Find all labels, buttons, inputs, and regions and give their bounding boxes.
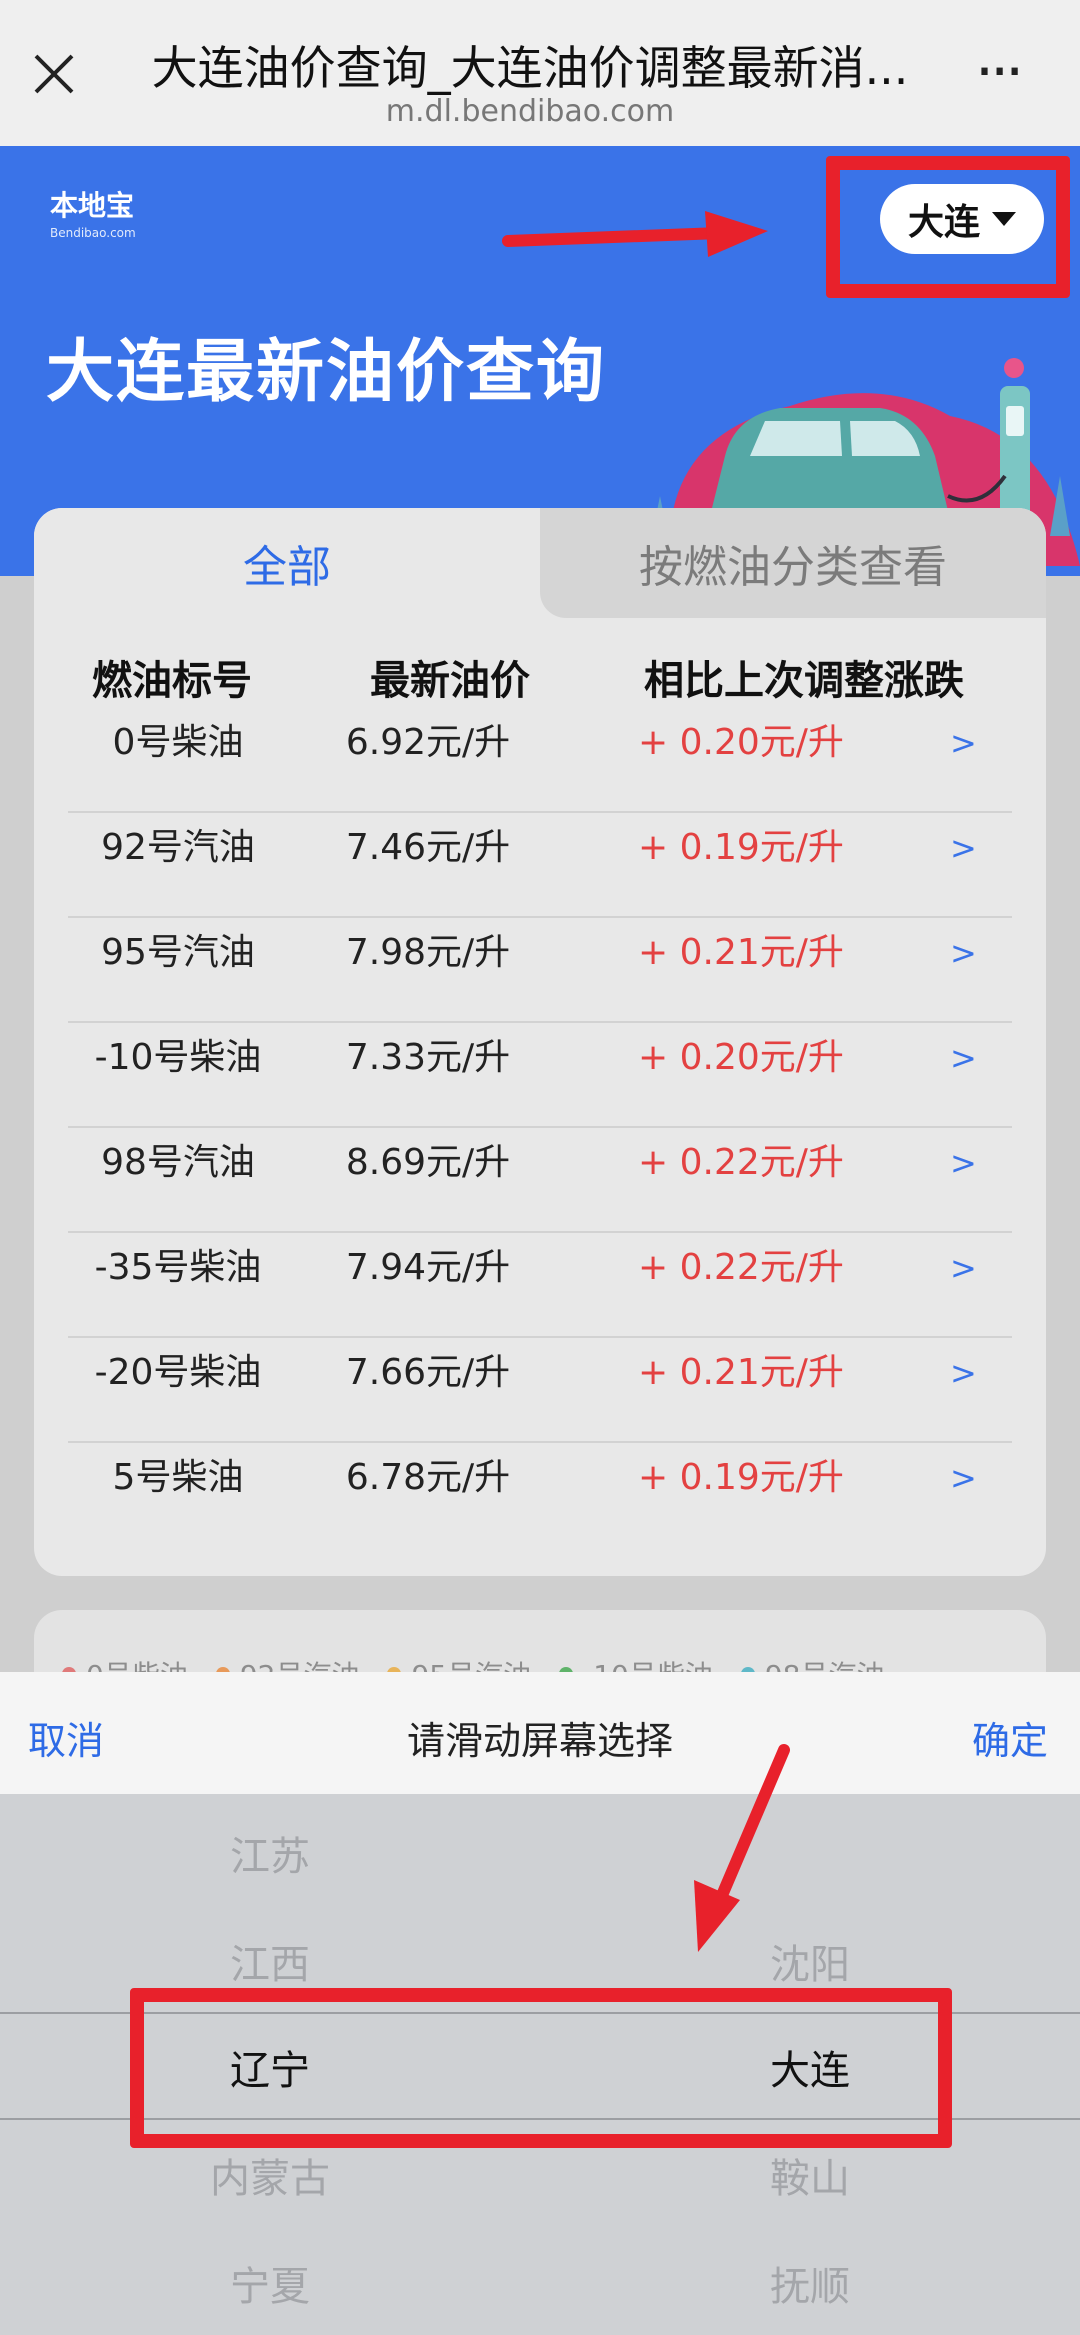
fuel-price: 8.69元/升 — [345, 1142, 511, 1183]
fuel-name: -20号柴油 — [94, 1352, 262, 1393]
fuel-price: 7.98元/升 — [345, 932, 511, 973]
more-options-icon[interactable]: ··· — [975, 42, 1055, 102]
fuel-price: 6.78元/升 — [345, 1457, 511, 1498]
page-title: 大连油价查询_大连油价调整最新消... — [151, 41, 909, 95]
table-header: 燃油标号 最新油价 相比上次调整涨跌 — [34, 648, 1046, 708]
picker-hint: 请滑动屏幕选择 — [406, 1719, 673, 1763]
header-fuel-grade: 燃油标号 — [92, 658, 252, 704]
city-option[interactable]: 抚顺 — [710, 2254, 910, 2312]
price-change: + 0.20元/升 — [638, 722, 844, 763]
confirm-button[interactable]: 确定 — [972, 1710, 1048, 1765]
chevron-right-icon[interactable]: > — [950, 1023, 977, 1093]
annotation-arrow-right — [502, 211, 768, 257]
fuel-price: 7.66元/升 — [345, 1352, 511, 1393]
chevron-right-icon[interactable]: > — [950, 708, 977, 778]
price-change: + 0.22元/升 — [638, 1247, 844, 1288]
city-option[interactable]: 鞍山 — [710, 2146, 910, 2204]
chevron-right-icon[interactable]: > — [950, 1233, 977, 1303]
header-latest-price: 最新油价 — [370, 658, 530, 704]
picker-toolbar: 请滑动屏幕选择 取消 确定 — [0, 1672, 1080, 1794]
page-url: m.dl.bendibao.com — [385, 94, 675, 129]
price-change: + 0.22元/升 — [638, 1142, 844, 1183]
fuel-name: 95号汽油 — [101, 932, 255, 973]
fuel-name: -35号柴油 — [94, 1247, 262, 1288]
price-change: + 0.21元/升 — [638, 1352, 844, 1393]
province-option[interactable]: 江西 — [170, 1932, 370, 1990]
table-row[interactable]: 5号柴油 6.78元/升 + 0.19元/升 > — [68, 1443, 1012, 1548]
table-row[interactable]: 95号汽油 7.98元/升 + 0.21元/升 > — [68, 918, 1012, 1023]
table-row[interactable]: 98号汽油 8.69元/升 + 0.22元/升 > — [68, 1128, 1012, 1233]
tab-bar: 全部 按燃油分类查看 — [34, 508, 1046, 618]
annotation-arrow-down — [694, 1744, 790, 1952]
cancel-button[interactable]: 取消 — [28, 1710, 104, 1765]
province-option[interactable]: 宁夏 — [170, 2254, 370, 2312]
fuel-name: -10号柴油 — [94, 1037, 262, 1078]
price-change: + 0.19元/升 — [638, 827, 844, 868]
annotation-box-city — [826, 156, 1070, 298]
header-change: 相比上次调整涨跌 — [644, 658, 964, 704]
tab-by-category[interactable]: 按燃油分类查看 — [540, 508, 1046, 618]
annotation-box-selection — [130, 1988, 952, 2148]
oil-price-card: 全部 按燃油分类查看 燃油标号 最新油价 相比上次调整涨跌 0号柴油 6.92元… — [34, 508, 1046, 1576]
chevron-right-icon[interactable]: > — [950, 1338, 977, 1408]
tab-all[interactable]: 全部 — [34, 508, 540, 618]
chevron-right-icon[interactable]: > — [950, 1128, 977, 1198]
price-table: 0号柴油 6.92元/升 + 0.20元/升 > 92号汽油 7.46元/升 +… — [68, 708, 1012, 1548]
table-row[interactable]: -35号柴油 7.94元/升 + 0.22元/升 > — [68, 1233, 1012, 1338]
fuel-price: 7.33元/升 — [345, 1037, 511, 1078]
table-row[interactable]: -10号柴油 7.33元/升 + 0.20元/升 > — [68, 1023, 1012, 1128]
province-option[interactable]: 内蒙古 — [170, 2146, 370, 2204]
price-change: + 0.21元/升 — [638, 932, 844, 973]
browser-top-bar: 大连油价查询_大连油价调整最新消... m.dl.bendibao.com ··… — [0, 0, 1080, 146]
chevron-right-icon[interactable]: > — [950, 918, 977, 988]
price-change: + 0.20元/升 — [638, 1037, 844, 1078]
chevron-right-icon[interactable]: > — [950, 813, 977, 883]
table-row[interactable]: 0号柴油 6.92元/升 + 0.20元/升 > — [68, 708, 1012, 813]
fuel-price: 6.92元/升 — [345, 722, 511, 763]
table-row[interactable]: -20号柴油 7.66元/升 + 0.21元/升 > — [68, 1338, 1012, 1443]
chevron-right-icon[interactable]: > — [950, 1443, 977, 1513]
close-icon[interactable] — [30, 50, 78, 98]
bendibao-logo: 本地宝 Bendibao.com — [50, 189, 136, 240]
fuel-name: 0号柴油 — [112, 722, 244, 763]
province-option[interactable]: 江苏 — [170, 1824, 370, 1882]
fuel-name: 98号汽油 — [101, 1142, 255, 1183]
fuel-name: 5号柴油 — [112, 1457, 244, 1498]
hero-title: 大连最新油价查询 — [46, 333, 607, 412]
fuel-name: 92号汽油 — [101, 827, 255, 868]
table-row[interactable]: 92号汽油 7.46元/升 + 0.19元/升 > — [68, 813, 1012, 918]
fuel-price: 7.46元/升 — [345, 827, 511, 868]
price-change: + 0.19元/升 — [638, 1457, 844, 1498]
fuel-price: 7.94元/升 — [345, 1247, 511, 1288]
